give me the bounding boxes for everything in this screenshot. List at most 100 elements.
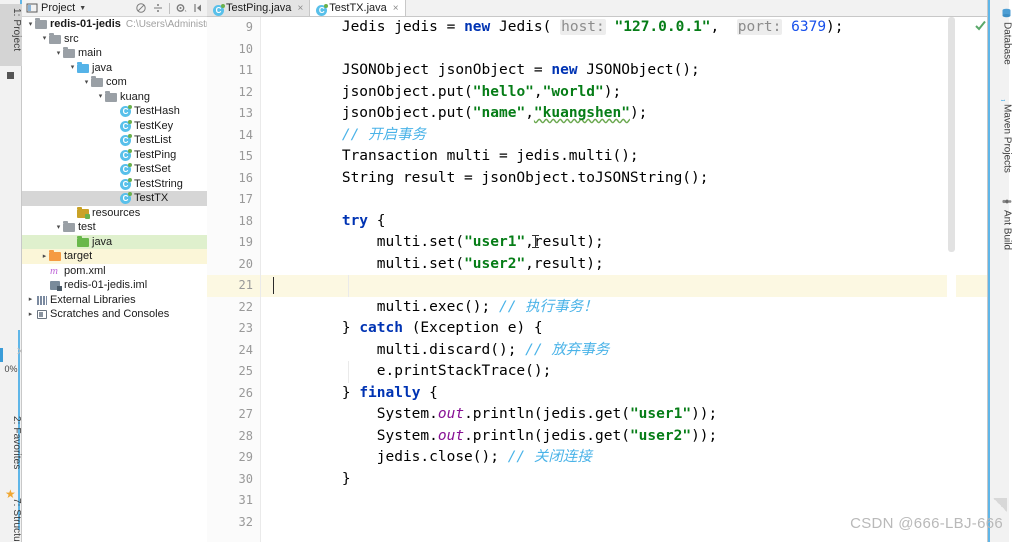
code-line[interactable]: Jedis jedis = new Jedis( host: "127.0.0.… bbox=[261, 17, 987, 39]
right-tool-window-bar: Database m Maven Projects Ant Build bbox=[987, 0, 1017, 542]
code-line[interactable]: multi.set("user1",result); bbox=[261, 232, 987, 254]
code-line[interactable]: jedis.close(); // 关闭连接 bbox=[261, 447, 987, 469]
tree-node-testlist[interactable]: C TestList bbox=[22, 133, 207, 148]
tree-node-com[interactable]: com bbox=[22, 75, 207, 90]
code-line[interactable]: jsonObject.put("hello","world"); bbox=[261, 82, 987, 104]
tree-node-label: External Libraries bbox=[50, 293, 136, 306]
close-icon[interactable]: × bbox=[297, 3, 303, 14]
tree-node-label: java bbox=[92, 61, 113, 74]
code-line[interactable]: JSONObject jsonObject = new JSONObject()… bbox=[261, 60, 987, 82]
scrollbar-thumb[interactable] bbox=[948, 17, 955, 252]
project-tree[interactable]: redis-01-jedis C:\Users\Administrator\ src… bbox=[22, 17, 207, 542]
code-line[interactable]: multi.discard(); // 放弃事务 bbox=[261, 340, 987, 362]
collapse-all-icon[interactable] bbox=[135, 2, 147, 14]
tree-node-target[interactable]: target bbox=[22, 249, 207, 264]
editor-area: C TestPing.java × C TestTX.java × 9 10 11 12 13 14… bbox=[207, 0, 987, 542]
tool-tab-maven-projects[interactable]: m Maven Projects bbox=[997, 86, 1017, 184]
tree-toggle-down-icon[interactable] bbox=[82, 79, 91, 86]
tree-node-redis-01-jedis[interactable]: redis-01-jedis C:\Users\Administrator\ bbox=[22, 17, 207, 32]
code-line[interactable]: // 开启事务 bbox=[261, 125, 987, 147]
tree-node-src[interactable]: src bbox=[22, 32, 207, 47]
tree-node-resources[interactable]: resources bbox=[22, 206, 207, 221]
code-line[interactable]: e.printStackTrace(); bbox=[261, 361, 987, 383]
code-line[interactable]: try { bbox=[261, 211, 987, 233]
code-line[interactable]: String result = jsonObject.toJSONString(… bbox=[261, 168, 987, 190]
tree-node-kuang[interactable]: kuang bbox=[22, 90, 207, 105]
tree-node-test[interactable]: test bbox=[22, 220, 207, 235]
tree-node-testset[interactable]: C TestSet bbox=[22, 162, 207, 177]
tree-toggle-right-icon[interactable] bbox=[40, 253, 49, 260]
tree-node-external-libraries[interactable]: External Libraries bbox=[22, 293, 207, 308]
tree-node-pom-xml[interactable]: m pom.xml bbox=[22, 264, 207, 279]
tool-tab-favorites[interactable]: 2: Favorites bbox=[0, 412, 22, 490]
tree-node-testtx[interactable]: C TestTX bbox=[22, 191, 207, 206]
code-token: String result = jsonObject.toJSONString(… bbox=[272, 169, 709, 186]
editor-line-number-gutter[interactable]: 9 10 11 12 13 14 15 16 17 18 19 20 21 22 23 24 25 26 27 28 2… bbox=[207, 17, 261, 542]
code-line[interactable]: } bbox=[261, 469, 987, 491]
close-icon[interactable]: × bbox=[393, 3, 399, 14]
corner-fold-decoration bbox=[993, 498, 1007, 512]
no-errors-check-icon[interactable] bbox=[975, 20, 986, 31]
code-token: "user1" bbox=[464, 234, 526, 250]
settings-gear-icon[interactable] bbox=[175, 2, 187, 14]
editor-tab-testtx-java[interactable]: C TestTX.java × bbox=[310, 0, 406, 16]
tree-node-testping[interactable]: C TestPing bbox=[22, 148, 207, 163]
code-line[interactable]: } catch (Exception e) { bbox=[261, 318, 987, 340]
code-line[interactable]: jsonObject.put("name","kuangshen"); bbox=[261, 103, 987, 125]
code-editor[interactable]: Jedis jedis = new Jedis( host: "127.0.0.… bbox=[261, 17, 987, 542]
tree-node-label: TestTX bbox=[134, 192, 169, 205]
code-token: { bbox=[368, 212, 386, 229]
tree-node-path: C:\Users\Administrator\ bbox=[125, 18, 207, 30]
toolbar-divider bbox=[169, 2, 170, 14]
tool-tab-ant-build[interactable]: Ant Build bbox=[997, 192, 1017, 266]
tree-node-label: TestSet bbox=[134, 163, 171, 176]
code-line[interactable] bbox=[261, 39, 987, 61]
code-line[interactable]: System.out.println(jedis.get("user1")); bbox=[261, 404, 987, 426]
tree-toggle-right-icon[interactable] bbox=[26, 296, 35, 303]
tree-toggle-right-icon[interactable] bbox=[26, 311, 35, 318]
tree-node-java[interactable]: java bbox=[22, 234, 207, 249]
ant-icon bbox=[1002, 196, 1013, 207]
tool-tab-project[interactable]: 1: Project bbox=[0, 4, 22, 66]
code-line[interactable]: } finally { bbox=[261, 383, 987, 405]
folder-icon bbox=[63, 47, 76, 59]
tree-toggle-down-icon[interactable] bbox=[40, 35, 49, 42]
code-line[interactable]: multi.set("user2",result); bbox=[261, 254, 987, 276]
code-line[interactable]: multi.exec(); // 执行事务！ bbox=[261, 297, 987, 319]
code-token: multi.set( bbox=[272, 234, 465, 250]
tree-toggle-down-icon[interactable] bbox=[68, 64, 77, 71]
tree-toggle-down-icon[interactable] bbox=[26, 21, 35, 28]
chevron-down-icon[interactable]: ▼ bbox=[79, 5, 86, 12]
tree-toggle-down-icon[interactable] bbox=[54, 50, 63, 57]
code-token: jsonObject.put( bbox=[272, 83, 473, 100]
code-line[interactable]: Transaction multi = jedis.multi(); bbox=[261, 146, 987, 168]
tree-toggle-down-icon[interactable] bbox=[96, 93, 105, 100]
editor-tab-testping-java[interactable]: C TestPing.java × bbox=[207, 0, 311, 16]
tree-node-java[interactable]: java bbox=[22, 61, 207, 76]
code-line[interactable]: System.out.println(jedis.get("user2")); bbox=[261, 426, 987, 448]
code-token: Transaction multi = jedis.multi(); bbox=[272, 148, 639, 164]
line-number: 21 bbox=[238, 278, 253, 292]
editor-vertical-scrollbar[interactable] bbox=[947, 17, 956, 542]
code-token: JSONObject jsonObject = bbox=[272, 62, 552, 78]
code-line[interactable] bbox=[261, 490, 987, 512]
tree-toggle-down-icon[interactable] bbox=[54, 224, 63, 231]
tree-node-label: Scratches and Consoles bbox=[50, 308, 170, 321]
tree-node-scratches-and-consoles[interactable]: Scratches and Consoles bbox=[22, 307, 207, 322]
code-line[interactable] bbox=[261, 275, 987, 297]
line-number: 27 bbox=[238, 407, 253, 421]
locate-file-icon[interactable] bbox=[192, 2, 204, 14]
tool-tab-structure[interactable]: 7: Structure bbox=[0, 494, 22, 542]
tree-node-label: resources bbox=[92, 206, 141, 219]
tool-window-drag-handle[interactable] bbox=[7, 72, 14, 79]
code-line[interactable] bbox=[261, 189, 987, 211]
tree-node-teststring[interactable]: C TestString bbox=[22, 177, 207, 192]
tree-node-testkey[interactable]: C TestKey bbox=[22, 119, 207, 134]
code-token: ); bbox=[629, 105, 648, 121]
tree-node-main[interactable]: main bbox=[22, 46, 207, 61]
tree-node-testhash[interactable]: C TestHash bbox=[22, 104, 207, 119]
tree-node-redis-01-jedis-iml[interactable]: redis-01-jedis.iml bbox=[22, 278, 207, 293]
external-libraries-icon bbox=[35, 294, 48, 306]
expand-all-icon[interactable] bbox=[152, 2, 164, 14]
tool-tab-database[interactable]: Database bbox=[997, 4, 1017, 78]
